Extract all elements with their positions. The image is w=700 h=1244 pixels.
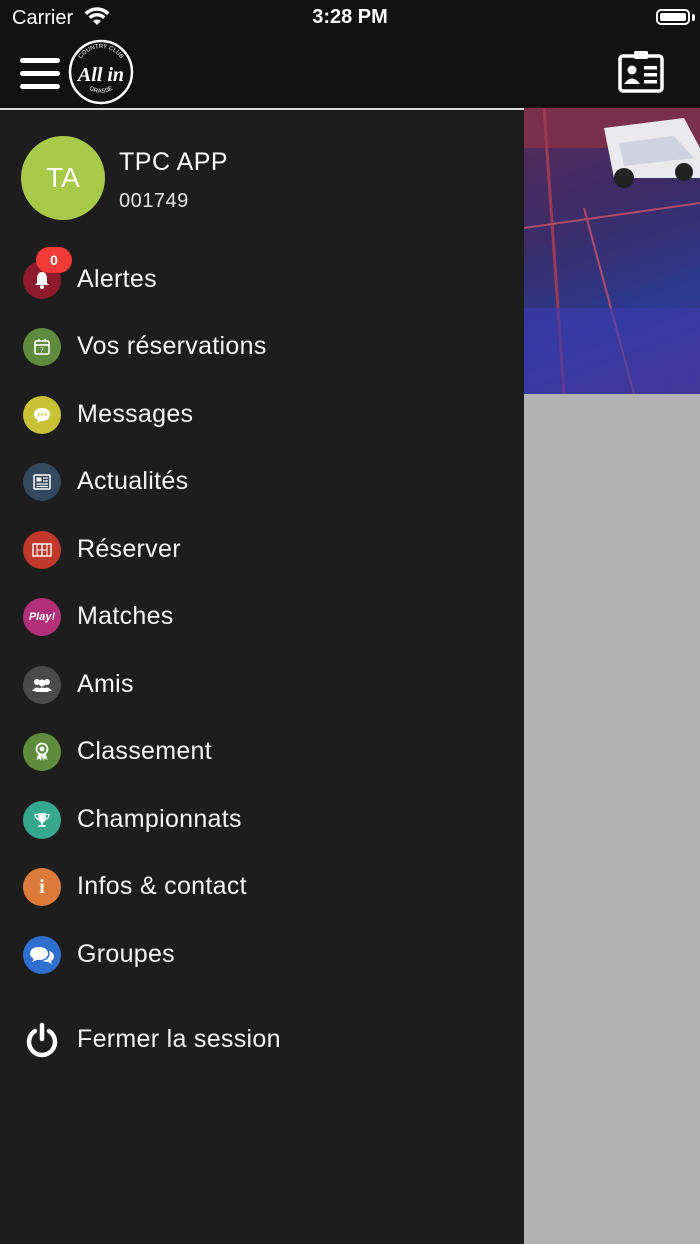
- menu-item-championnats[interactable]: Championnats: [0, 790, 524, 850]
- clock: 3:28 PM: [312, 6, 388, 28]
- menu-item-infos-contact[interactable]: i Infos & contact: [0, 857, 524, 917]
- info-icon-text: i: [39, 875, 45, 898]
- power-icon: [23, 1021, 61, 1059]
- court-photo: [524, 108, 700, 394]
- info-icon: i: [23, 868, 61, 906]
- member-card-icon[interactable]: [618, 50, 664, 94]
- menu-item-groupes[interactable]: Groupes: [0, 925, 524, 985]
- menu-item-alertes[interactable]: 0 Alertes: [0, 247, 524, 310]
- status-bar: Carrier 3:28 PM: [0, 0, 700, 36]
- menu-item-label: Infos & contact: [77, 872, 247, 900]
- menu-item-label: Championnats: [77, 805, 242, 833]
- menu-toggle-button[interactable]: [20, 58, 60, 90]
- groups-icon: [23, 936, 61, 974]
- user-name: TPC APP: [119, 148, 229, 176]
- menu-item-label: Actualités: [77, 467, 189, 495]
- play-icon-text: Play!: [28, 611, 56, 623]
- nav-bar: COUNTRY CLUB GRASSE All in: [0, 36, 700, 108]
- menu-item-label: Amis: [77, 670, 134, 698]
- menu-item-messages[interactable]: Messages: [0, 385, 524, 445]
- battery-icon: [656, 9, 690, 25]
- court-icon: [23, 531, 61, 569]
- menu-item-classement[interactable]: Classement: [0, 722, 524, 782]
- logout-button[interactable]: Fermer la session: [0, 1010, 524, 1070]
- menu-item-label: Messages: [77, 400, 194, 428]
- menu-item-actualites[interactable]: Actualités: [0, 452, 524, 512]
- logout-label: Fermer la session: [77, 1025, 281, 1053]
- svg-text:7: 7: [40, 348, 44, 355]
- menu-item-reserver[interactable]: Réserver: [0, 520, 524, 580]
- play-icon: Play!: [23, 598, 61, 636]
- svg-text:All in: All in: [76, 64, 124, 86]
- award-icon: [23, 733, 61, 771]
- menu-item-label: Vos réservations: [77, 332, 267, 360]
- menu-item-reservations[interactable]: 7 Vos réservations: [0, 317, 524, 377]
- trophy-icon: [23, 801, 61, 839]
- battery-tip: [692, 14, 695, 21]
- menu-item-matches[interactable]: Play! Matches: [0, 587, 524, 647]
- calendar-icon: 7: [23, 328, 61, 366]
- avatar[interactable]: TA: [21, 136, 105, 220]
- side-drawer: TA TPC APP 001749 0 Alertes 7 Vos réserv…: [0, 108, 524, 1244]
- menu-item-label: Matches: [77, 602, 174, 630]
- friends-icon: [23, 666, 61, 704]
- content-overlay[interactable]: [524, 394, 700, 1244]
- club-logo: COUNTRY CLUB GRASSE All in: [68, 39, 134, 105]
- menu-item-label: Alertes: [77, 265, 157, 293]
- menu-item-amis[interactable]: Amis: [0, 655, 524, 715]
- court-photo-art: [524, 108, 700, 394]
- alert-count-badge: 0: [36, 247, 72, 273]
- menu-item-label: Groupes: [77, 940, 175, 968]
- chat-bubble-icon: [23, 396, 61, 434]
- menu-item-label: Réserver: [77, 535, 181, 563]
- newspaper-icon: [23, 463, 61, 501]
- menu-item-label: Classement: [77, 737, 212, 765]
- user-id: 001749: [119, 190, 189, 212]
- svg-text:GRASSE: GRASSE: [88, 86, 114, 95]
